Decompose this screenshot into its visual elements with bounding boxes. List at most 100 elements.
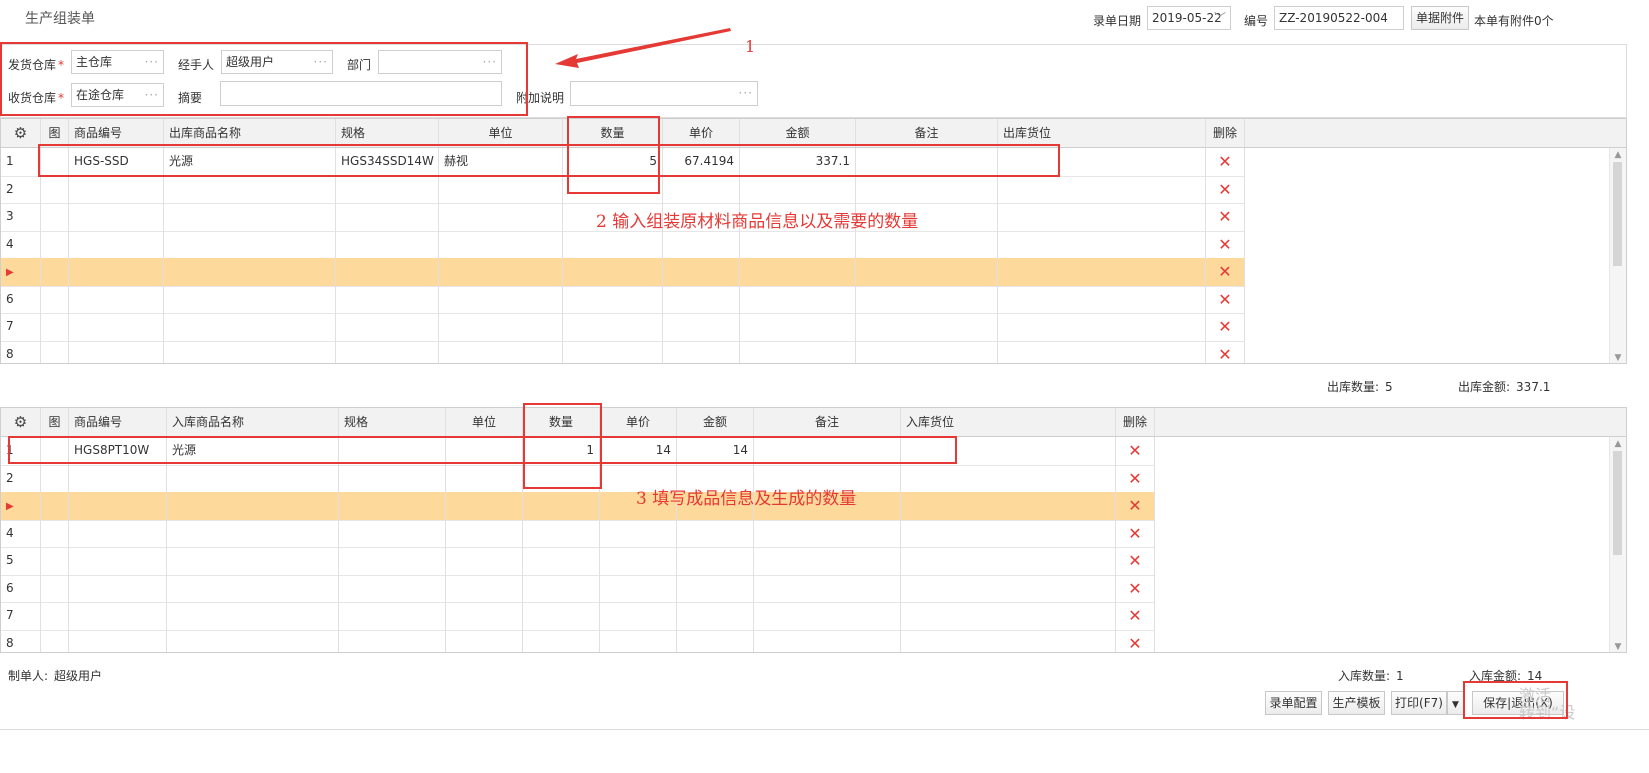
cell-code[interactable] xyxy=(69,492,167,520)
cell-image[interactable] xyxy=(41,602,69,630)
delete-x-icon[interactable]: ✕ xyxy=(1218,235,1231,254)
cell-note[interactable] xyxy=(856,258,998,286)
cell-spec[interactable] xyxy=(336,203,439,231)
number-input[interactable]: ZZ-20190522-004 xyxy=(1274,6,1404,30)
delete-row-button[interactable]: ✕ xyxy=(1206,148,1245,176)
scroll-up-icon[interactable]: ▲ xyxy=(1610,150,1626,160)
cell-image[interactable] xyxy=(41,313,69,341)
cell-location[interactable] xyxy=(901,519,1116,547)
cell-image[interactable] xyxy=(41,547,69,575)
grid-settings-button[interactable]: ⚙ xyxy=(1,408,41,436)
delete-row-button[interactable]: ✕ xyxy=(1206,340,1245,363)
delete-row-button[interactable]: ✕ xyxy=(1116,629,1155,653)
cell-qty[interactable] xyxy=(523,547,600,575)
table-row[interactable]: 8 ✕ xyxy=(1,340,1245,363)
cell-name[interactable] xyxy=(167,547,339,575)
cell-image[interactable] xyxy=(41,464,69,492)
cell-name[interactable] xyxy=(164,175,336,203)
cell-name[interactable] xyxy=(164,313,336,341)
in-grid-scrollbar[interactable]: ▲ ▼ xyxy=(1609,437,1626,652)
cell-name[interactable] xyxy=(164,285,336,313)
delete-x-icon[interactable]: ✕ xyxy=(1128,606,1141,625)
cell-image[interactable] xyxy=(41,492,69,520)
cell-code[interactable] xyxy=(69,230,164,258)
cell-unit[interactable] xyxy=(439,313,563,341)
cell-note[interactable] xyxy=(754,602,901,630)
cell-note[interactable] xyxy=(856,285,998,313)
delete-row-button[interactable]: ✕ xyxy=(1206,175,1245,203)
delete-x-icon[interactable]: ✕ xyxy=(1218,262,1231,281)
cell-code[interactable] xyxy=(69,285,164,313)
cell-spec[interactable] xyxy=(339,602,446,630)
cell-location[interactable] xyxy=(998,258,1206,286)
delete-x-icon[interactable]: ✕ xyxy=(1128,579,1141,598)
cell-note[interactable] xyxy=(856,175,998,203)
scroll-thumb[interactable] xyxy=(1613,451,1622,555)
cell-price[interactable] xyxy=(600,519,677,547)
table-row[interactable]: 8 ✕ xyxy=(1,629,1155,653)
print-button[interactable]: 打印(F7) xyxy=(1391,691,1447,715)
cell-location[interactable] xyxy=(901,492,1116,520)
cell-image[interactable] xyxy=(41,285,69,313)
extra-note-input[interactable]: ··· xyxy=(570,81,758,106)
table-row[interactable]: 4 ✕ xyxy=(1,230,1245,259)
cell-price[interactable] xyxy=(600,574,677,602)
delete-row-button[interactable]: ✕ xyxy=(1116,464,1155,492)
delete-row-button[interactable]: ✕ xyxy=(1206,230,1245,258)
cell-spec[interactable] xyxy=(336,313,439,341)
cell-name[interactable] xyxy=(167,629,339,652)
gear-icon[interactable]: ⚙ xyxy=(14,413,27,431)
cell-image[interactable] xyxy=(41,258,69,286)
cell-price[interactable] xyxy=(663,230,740,258)
cell-spec[interactable] xyxy=(336,230,439,258)
cell-note[interactable] xyxy=(856,313,998,341)
delete-x-icon[interactable]: ✕ xyxy=(1128,634,1141,653)
cell-amount[interactable] xyxy=(740,175,856,203)
print-dropdown-button[interactable]: ▼ xyxy=(1447,691,1464,715)
delete-x-icon[interactable]: ✕ xyxy=(1128,496,1141,515)
cell-amount[interactable] xyxy=(740,285,856,313)
cell-unit[interactable] xyxy=(439,203,563,231)
cell-name[interactable] xyxy=(167,519,339,547)
cell-unit[interactable] xyxy=(446,574,523,602)
cell-code[interactable] xyxy=(69,464,167,492)
cell-qty[interactable] xyxy=(523,519,600,547)
cell-name[interactable] xyxy=(164,258,336,286)
delete-x-icon[interactable]: ✕ xyxy=(1128,469,1141,488)
cell-spec[interactable] xyxy=(339,519,446,547)
cell-location[interactable] xyxy=(901,629,1116,652)
cell-price[interactable] xyxy=(600,629,677,652)
table-row[interactable]: 6 ✕ xyxy=(1,285,1245,314)
cell-spec[interactable] xyxy=(339,547,446,575)
cell-price[interactable] xyxy=(663,285,740,313)
out-grid-scrollbar[interactable]: ▲ ▼ xyxy=(1609,148,1626,363)
cell-code[interactable] xyxy=(69,519,167,547)
cell-unit[interactable] xyxy=(446,602,523,630)
cell-code[interactable] xyxy=(69,547,167,575)
cell-unit[interactable] xyxy=(439,285,563,313)
cell-note[interactable] xyxy=(856,230,998,258)
cell-location[interactable] xyxy=(998,175,1206,203)
delete-row-button[interactable]: ✕ xyxy=(1116,547,1155,575)
table-row[interactable]: 7 ✕ xyxy=(1,602,1155,631)
cell-unit[interactable] xyxy=(446,547,523,575)
table-row[interactable]: 5 ✕ xyxy=(1,547,1155,576)
delete-x-icon[interactable]: ✕ xyxy=(1128,441,1141,460)
chevron-down-icon[interactable]: ▼ xyxy=(1452,700,1459,710)
table-row[interactable]: ▶ ✕ xyxy=(1,258,1245,287)
delete-row-button[interactable]: ✕ xyxy=(1206,258,1245,286)
scroll-down-icon[interactable]: ▼ xyxy=(1610,642,1626,652)
delete-x-icon[interactable]: ✕ xyxy=(1218,317,1231,336)
cell-qty[interactable] xyxy=(563,313,663,341)
form-config-button[interactable]: 录单配置 xyxy=(1265,691,1322,715)
cell-qty[interactable] xyxy=(563,230,663,258)
delete-x-icon[interactable]: ✕ xyxy=(1128,551,1141,570)
cell-spec[interactable] xyxy=(336,258,439,286)
cell-spec[interactable] xyxy=(339,574,446,602)
cell-amount[interactable] xyxy=(740,258,856,286)
cell-image[interactable] xyxy=(41,203,69,231)
delete-x-icon[interactable]: ✕ xyxy=(1218,180,1231,199)
delete-row-button[interactable]: ✕ xyxy=(1116,602,1155,630)
cell-qty[interactable] xyxy=(563,285,663,313)
cell-note[interactable] xyxy=(856,340,998,363)
